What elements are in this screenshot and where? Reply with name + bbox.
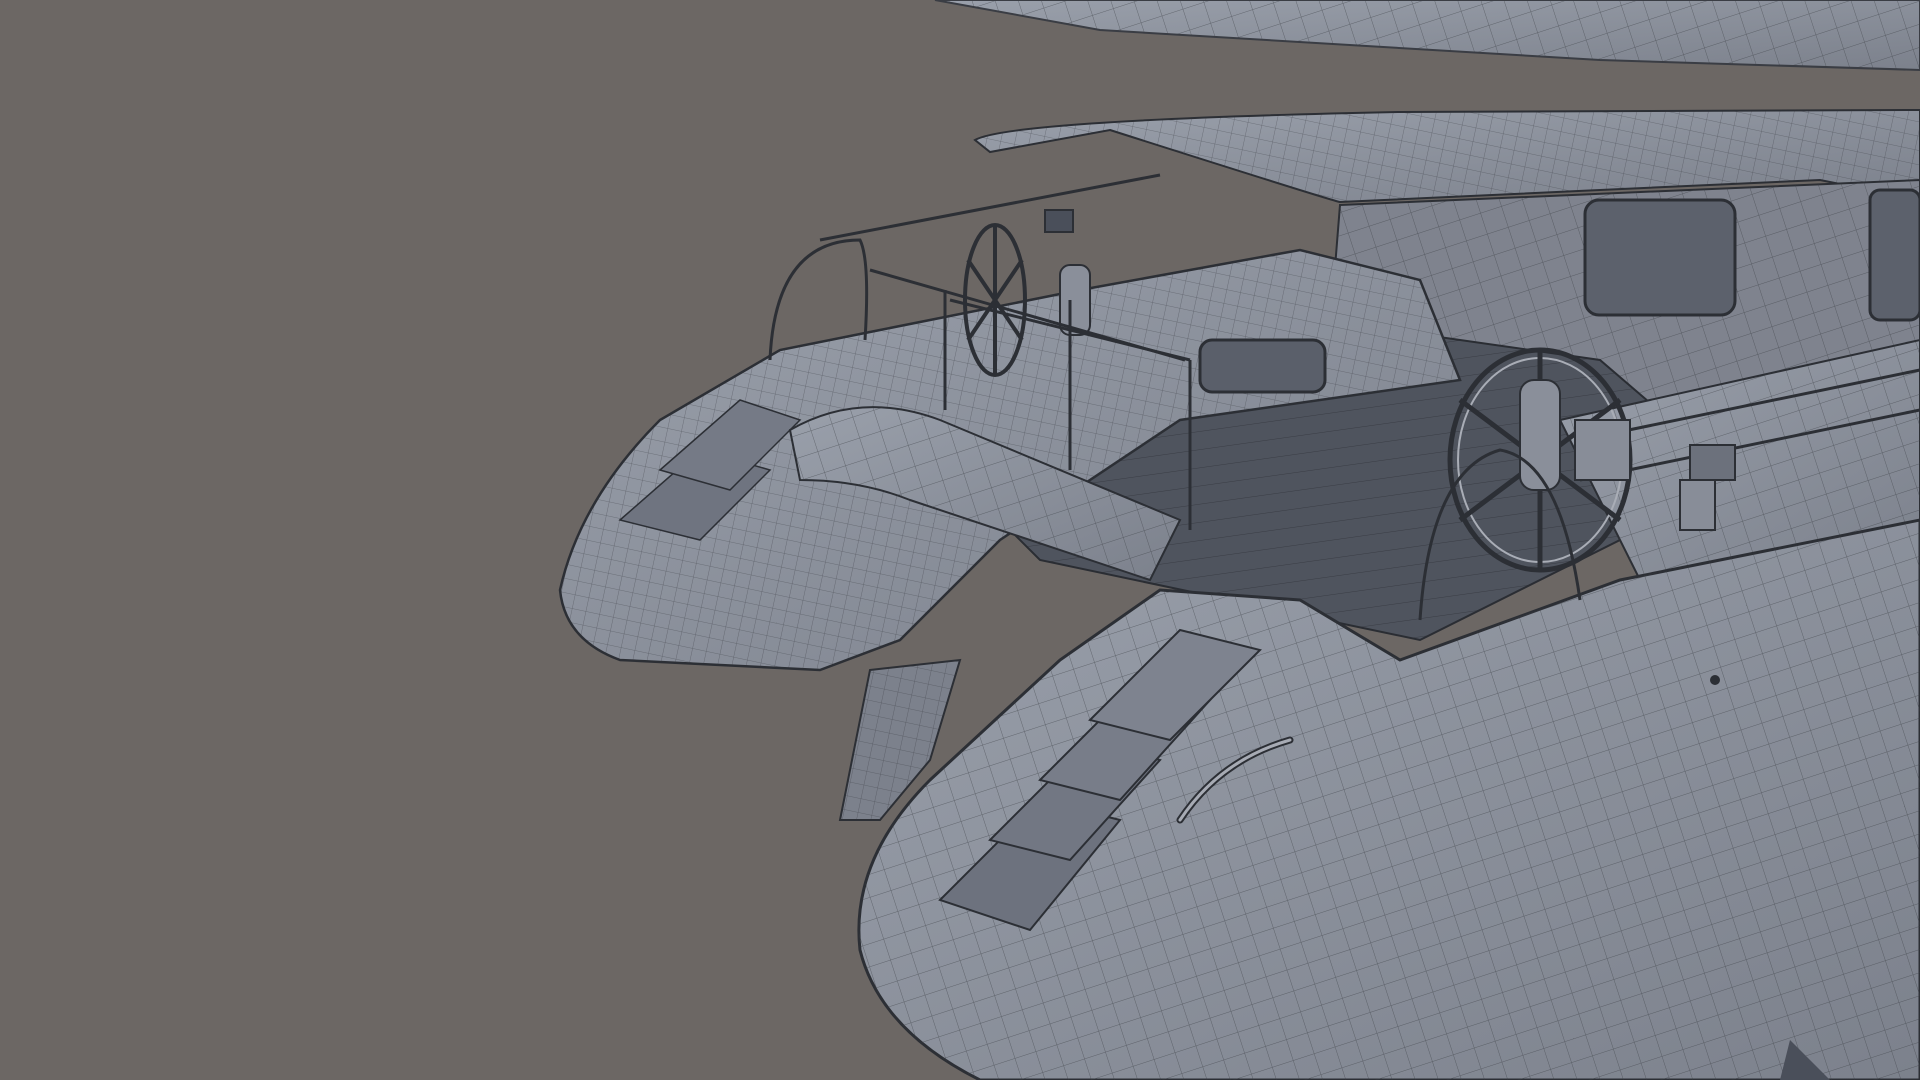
3d-viewport[interactable] (0, 0, 1920, 1080)
boom (934, 0, 1920, 72)
coaming-window (1198, 338, 1327, 394)
catamaran-wireframe-render (558, 0, 1920, 1080)
